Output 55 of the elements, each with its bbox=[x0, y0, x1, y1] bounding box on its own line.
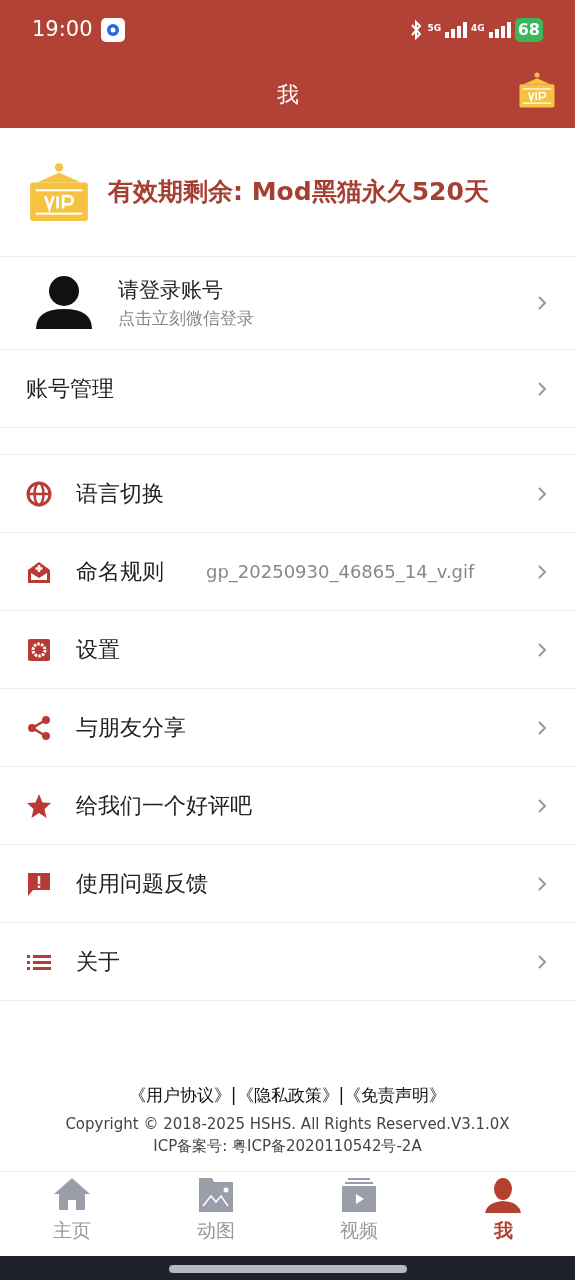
login-row[interactable]: 请登录账号 点击立刻微信登录 bbox=[0, 257, 575, 350]
naming-rule-value: gp_20250930_46865_14_v.gif bbox=[206, 559, 476, 585]
chevron-icon bbox=[537, 953, 547, 970]
account-manage-row[interactable]: 账号管理 bbox=[0, 350, 575, 428]
app-icon bbox=[100, 18, 125, 42]
menu-label: 给我们一个好评吧 bbox=[76, 792, 252, 820]
star-icon bbox=[26, 792, 52, 819]
footer-link[interactable]: 《隐私政策》 bbox=[236, 1083, 339, 1109]
footer-link[interactable]: 《用户协议》 bbox=[128, 1083, 231, 1109]
signal-icon bbox=[445, 22, 468, 38]
home-indicator[interactable] bbox=[168, 1264, 407, 1273]
menu-label: 命名规则 bbox=[76, 558, 165, 586]
footer-link[interactable]: 《免责声明》 bbox=[344, 1083, 447, 1109]
chevron-icon bbox=[537, 485, 547, 502]
vip-icon[interactable] bbox=[517, 70, 557, 110]
link-separator: | bbox=[338, 1084, 345, 1107]
chevron-icon bbox=[537, 719, 547, 736]
chevron-icon bbox=[537, 563, 547, 580]
menu-label: 语言切换 bbox=[76, 480, 165, 508]
network-label: 4G bbox=[471, 22, 485, 35]
chevron-icon bbox=[537, 875, 547, 892]
chevron-icon bbox=[537, 641, 547, 658]
person-icon bbox=[483, 1176, 524, 1216]
network-label: 5G bbox=[427, 22, 442, 35]
feedback-icon bbox=[26, 870, 52, 897]
page-title: 我 bbox=[276, 80, 299, 109]
login-subtitle: 点击立刻微信登录 bbox=[118, 307, 254, 330]
link-separator: | bbox=[230, 1084, 237, 1107]
icp-text: ICP备案号: 粤ICP备2020110542号-2A bbox=[153, 1136, 422, 1157]
login-title: 请登录账号 bbox=[118, 276, 224, 304]
battery-level: 68 bbox=[514, 18, 543, 42]
globe-icon bbox=[26, 480, 52, 507]
gear-icon bbox=[26, 636, 52, 663]
menu-label: 账号管理 bbox=[26, 375, 114, 403]
menu-row[interactable]: 与朋友分享 bbox=[0, 689, 575, 767]
status-time: 19:00 bbox=[32, 16, 93, 44]
share-icon bbox=[26, 714, 52, 741]
vip-validity-text: 有效期剩余: Mod黑猫永久520天 bbox=[108, 176, 489, 209]
chevron-icon bbox=[537, 380, 547, 397]
menu-label: 关于 bbox=[76, 948, 121, 976]
menu-row[interactable]: 设置 bbox=[0, 611, 575, 689]
signal-icon bbox=[488, 22, 511, 38]
menu-label: 使用问题反馈 bbox=[76, 870, 208, 898]
tab-button[interactable]: 我 bbox=[431, 1172, 575, 1256]
menu-row[interactable]: 使用问题反馈 bbox=[0, 845, 575, 923]
chevron-icon bbox=[537, 295, 547, 311]
menu-label: 设置 bbox=[76, 636, 121, 664]
bluetooth-icon bbox=[409, 20, 424, 40]
copyright-text: Copyright © 2018-2025 HSHS. All Rights Reserved.V3.1.0X bbox=[65, 1113, 510, 1135]
chevron-icon bbox=[537, 797, 547, 814]
menu-row[interactable]: 语言切换 bbox=[0, 455, 575, 533]
menu-label: 与朋友分享 bbox=[76, 714, 186, 742]
menu-row[interactable]: 关于 bbox=[0, 923, 575, 1001]
menu-row[interactable]: 给我们一个好评吧 bbox=[0, 767, 575, 845]
menu-row[interactable]: 命名规则 gp_20250930_46865_14_v.gif bbox=[0, 533, 575, 611]
